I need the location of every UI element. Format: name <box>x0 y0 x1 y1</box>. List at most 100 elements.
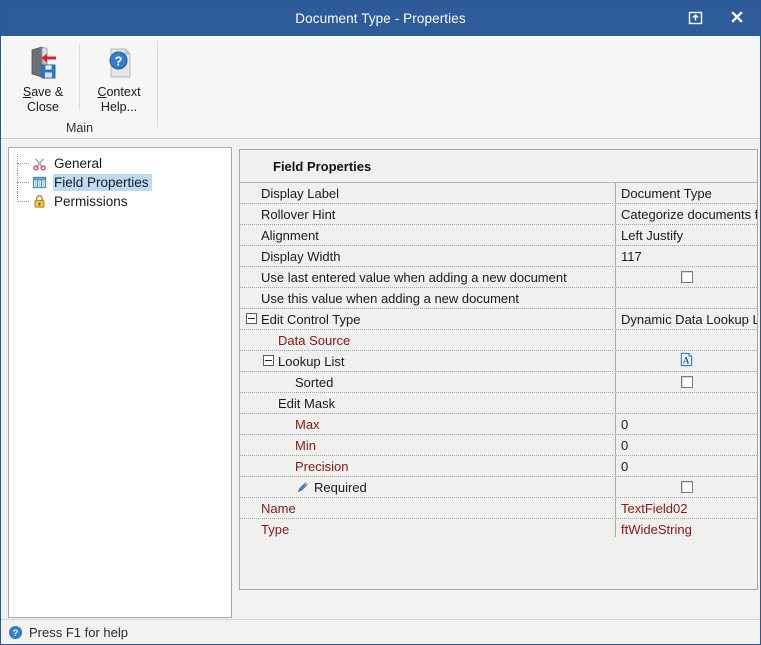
svg-text:A: A <box>683 355 690 365</box>
grid-row[interactable]: Precision 0 <box>240 456 757 477</box>
grid-row-label: Alignment <box>261 227 319 243</box>
grid-row-name-cell[interactable]: Edit Mask <box>240 393 616 413</box>
grid-row-value-text: Document Type <box>621 185 712 201</box>
grid-row-value-cell[interactable]: ftWideString <box>616 519 757 537</box>
grid-row-value-cell[interactable]: 0 <box>616 435 757 455</box>
grid-row-name-cell[interactable]: Data Source <box>240 330 616 350</box>
grid-row-name-cell[interactable]: Min <box>240 435 616 455</box>
page-a-icon[interactable]: A <box>679 352 694 370</box>
grid-row[interactable]: Max 0 <box>240 414 757 435</box>
grid-row-name-cell[interactable]: Alignment <box>240 225 616 245</box>
ribbon-group-divider <box>157 41 158 127</box>
grid-row[interactable]: Data Source <box>240 330 757 351</box>
grid-row-name-cell[interactable]: Display Label <box>240 183 616 203</box>
grid-row[interactable]: Edit Control Type Dynamic Data Lookup L <box>240 309 757 330</box>
context-help-label: Context Help... <box>83 85 155 114</box>
checkbox[interactable] <box>680 376 693 388</box>
grid-row[interactable]: Name TextField02 <box>240 498 757 519</box>
grid-empty-area <box>240 537 757 587</box>
restore-up-icon <box>688 10 703 28</box>
grid-row-label: Rollover Hint <box>261 206 336 222</box>
collapse-toggle-icon[interactable] <box>263 355 274 366</box>
grid-row-value-cell[interactable] <box>616 288 757 308</box>
grid-row-label: Name <box>261 500 296 516</box>
grid-row-name-cell[interactable]: Use last entered value when adding a new… <box>240 267 616 287</box>
field-properties-grid-panel: Field Properties Display Label Document T… <box>239 149 758 590</box>
grid-row-value-cell[interactable] <box>616 393 757 413</box>
grid-row-value-cell[interactable]: Categorize documents f <box>616 204 757 224</box>
grid-row[interactable]: Use last entered value when adding a new… <box>240 267 757 288</box>
grid-row-value-text: 117 <box>621 248 642 264</box>
grid-row[interactable]: Display Label Document Type <box>240 183 757 204</box>
save-line2: Close <box>27 99 59 114</box>
navigation-tree-panel: General Field Properties Permissions <box>8 147 232 618</box>
grid-row[interactable]: Rollover Hint Categorize documents f <box>240 204 757 225</box>
grid-row-name-cell[interactable]: Sorted <box>240 372 616 392</box>
checkbox[interactable] <box>680 271 693 283</box>
grid-row[interactable]: Alignment Left Justify <box>240 225 757 246</box>
grid-row-label: Use last entered value when adding a new… <box>261 269 567 285</box>
grid-row[interactable]: Min 0 <box>240 435 757 456</box>
grid-row-name-cell[interactable]: Rollover Hint <box>240 204 616 224</box>
restore-up-button[interactable] <box>675 1 715 36</box>
grid-row-name-cell[interactable]: Type <box>240 519 616 537</box>
grid-row-value-cell[interactable]: Document Type <box>616 183 757 203</box>
save-line1-rest: ave & <box>31 85 64 99</box>
grid-row[interactable]: Edit Mask <box>240 393 757 414</box>
pencil-icon <box>295 480 310 495</box>
grid-row-value-cell[interactable]: Left Justify <box>616 225 757 245</box>
grid-row-name-cell[interactable]: Max <box>240 414 616 434</box>
grid-row-name-cell[interactable]: Precision <box>240 456 616 476</box>
save-and-close-button[interactable]: Save & Close <box>7 39 79 117</box>
grid-row-name-cell[interactable]: Display Width <box>240 246 616 266</box>
grid-row[interactable]: Type ftWideString <box>240 519 757 537</box>
tree-connector-stub <box>17 201 29 203</box>
tree-item-field-properties[interactable]: Field Properties <box>9 173 231 192</box>
grid-row-label: Edit Mask <box>278 395 336 411</box>
grid-row-value-text: ftWideString <box>621 521 692 537</box>
save-and-close-label: Save & Close <box>7 85 79 114</box>
grid-row-value-text: Dynamic Data Lookup L <box>621 311 757 327</box>
grid-row-value-cell[interactable]: 117 <box>616 246 757 266</box>
grid-row-value-cell[interactable]: TextField02 <box>616 498 757 518</box>
grid-row[interactable]: Lookup List A <box>240 351 757 372</box>
grid-row[interactable]: Sorted <box>240 372 757 393</box>
context-help-button[interactable]: ? Context Help... <box>83 39 155 117</box>
window-title: Document Type - Properties <box>295 11 466 26</box>
grid-row-name-cell[interactable]: Edit Control Type <box>240 309 616 329</box>
close-button[interactable] <box>717 1 757 36</box>
grid-row-value-text: TextField02 <box>621 500 688 516</box>
grid-row[interactable]: Required <box>240 477 757 498</box>
svg-text:?: ? <box>13 628 19 638</box>
grid-row-name-cell[interactable]: Name <box>240 498 616 518</box>
grid-row-value-cell[interactable] <box>616 267 757 287</box>
save-and-close-icon <box>7 41 79 85</box>
grid-row-label: Use this value when adding a new documen… <box>261 290 519 306</box>
tree-connector-stub <box>17 163 29 165</box>
grid-row-name-cell[interactable]: Use this value when adding a new documen… <box>240 288 616 308</box>
grid-row[interactable]: Display Width 117 <box>240 246 757 267</box>
tree-item-label: General <box>54 156 103 171</box>
grid-row-value-cell[interactable]: Dynamic Data Lookup L <box>616 309 757 329</box>
grid-row-label: Data Source <box>278 332 351 348</box>
grid-row-value-cell[interactable]: 0 <box>616 414 757 434</box>
grid-row-label: Edit Control Type <box>261 311 361 327</box>
grid-row-name-cell[interactable]: Lookup List <box>240 351 616 371</box>
grid-row-name-cell[interactable]: Required <box>240 477 616 497</box>
checkbox[interactable] <box>680 481 693 493</box>
grid-row-value-cell[interactable] <box>616 372 757 392</box>
tree-connector-stub <box>17 182 29 184</box>
status-bar: ? Press F1 for help <box>1 619 760 644</box>
grid-row-label: Sorted <box>295 374 334 390</box>
tree-item-general[interactable]: General <box>9 154 231 173</box>
collapse-toggle-icon[interactable] <box>246 313 257 324</box>
grid-caption: Field Properties <box>240 150 757 183</box>
grid-row-value-cell[interactable] <box>616 330 757 350</box>
grid-row-value-text: 0 <box>621 437 629 453</box>
grid-row-value-cell[interactable]: 0 <box>616 456 757 476</box>
grid-row-value-cell[interactable]: A <box>616 351 757 371</box>
grid-row[interactable]: Use this value when adding a new documen… <box>240 288 757 309</box>
tree-item-permissions[interactable]: Permissions <box>9 192 231 211</box>
help-circle-icon: ? <box>8 625 23 640</box>
grid-row-value-cell[interactable] <box>616 477 757 497</box>
